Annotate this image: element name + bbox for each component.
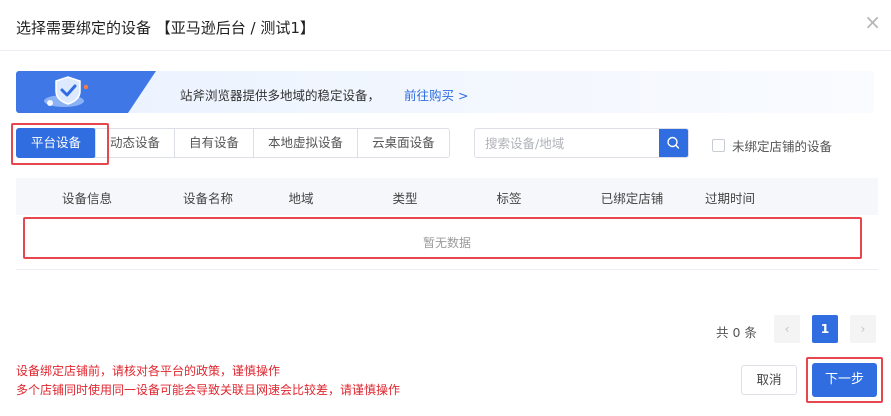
column-device-info: 设备信息 — [61, 191, 113, 206]
search-button[interactable] — [659, 129, 688, 157]
column-bound-stores: 已绑定店铺 — [600, 191, 664, 206]
table-header: 设备信息 设备名称 地域 类型 标签 已绑定店铺 过期时间 — [16, 178, 878, 215]
cancel-button[interactable]: 取消 — [741, 365, 797, 395]
column-type: 类型 — [392, 191, 418, 206]
tab-local-virtual-devices[interactable]: 本地虚拟设备 — [253, 128, 359, 158]
chevron-right-icon[interactable]: › — [850, 315, 876, 343]
buy-now-link[interactable]: 前往购买 > — [404, 85, 468, 104]
search-icon — [667, 136, 680, 149]
column-tags: 标签 — [496, 191, 522, 206]
device-search — [474, 128, 689, 158]
column-region: 地域 — [288, 191, 314, 206]
tab-cloud-desktop-devices[interactable]: 云桌面设备 — [357, 128, 450, 158]
chevron-left-icon[interactable]: ‹ — [774, 315, 800, 343]
shield-check-icon — [44, 76, 89, 107]
warning-text-shared-device: 多个店铺同时使用同一设备可能会导致关联且网速会比较差，请谨慎操作 — [16, 383, 401, 397]
tab-own-devices[interactable]: 自有设备 — [174, 128, 255, 158]
column-expiry-time: 过期时间 — [704, 191, 756, 206]
unbound-filter[interactable]: 未绑定店铺的设备 — [712, 136, 832, 155]
empty-state: 暂无数据 — [422, 236, 471, 250]
dialog-header: 选择需要绑定的设备 【亚马逊后台 / 测试1】 × — [0, 0, 891, 51]
warning-text-policy: 设备绑定店铺前，请核对各平台的政策，谨慎操作 — [16, 364, 281, 378]
device-type-tabs: 平台设备 动态设备 自有设备 本地虚拟设备 云桌面设备 — [16, 128, 450, 158]
tab-dynamic-devices[interactable]: 动态设备 — [95, 128, 176, 158]
banner-text: 站斧浏览器提供多地域的稳定设备， — [180, 88, 381, 103]
table-body: 暂无数据 — [16, 215, 878, 270]
search-input[interactable] — [475, 129, 661, 157]
page-button-current[interactable]: 1 — [812, 315, 838, 343]
tab-platform-devices[interactable]: 平台设备 — [16, 128, 97, 158]
unbound-checkbox-label: 未绑定店铺的设备 — [732, 139, 833, 154]
close-icon[interactable]: × — [864, 12, 881, 32]
promo-banner: 站斧浏览器提供多地域的稳定设备， 前往购买 > — [16, 71, 874, 113]
next-step-button[interactable]: 下一步 — [812, 363, 877, 397]
unbound-checkbox[interactable] — [712, 139, 725, 152]
column-device-name: 设备名称 — [182, 191, 234, 206]
pagination-total: 共 0 条 — [716, 325, 757, 340]
dialog-title: 选择需要绑定的设备 【亚马逊后台 / 测试1】 — [16, 19, 315, 37]
